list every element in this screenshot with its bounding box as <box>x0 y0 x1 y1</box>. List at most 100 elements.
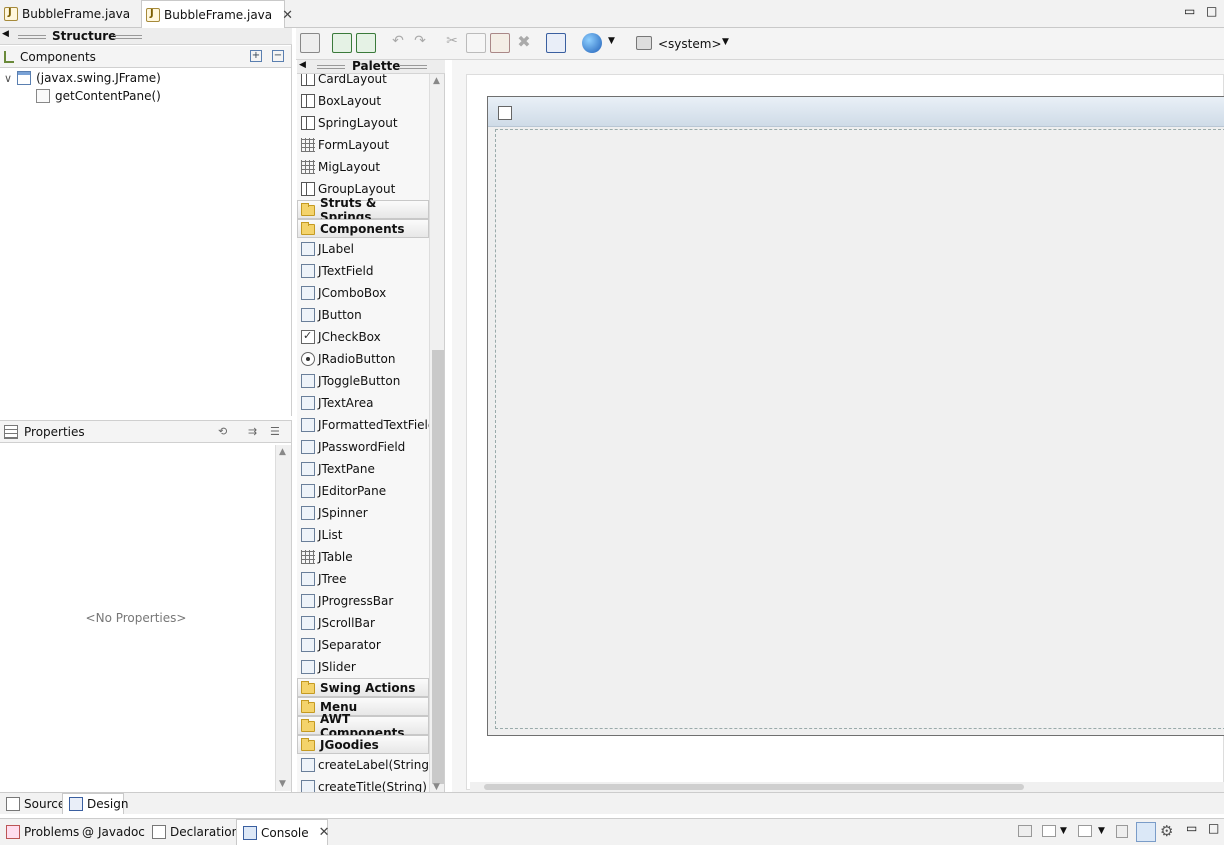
palette-item-jtextarea[interactable]: JTextArea <box>297 392 429 414</box>
tree-item-label: (javax.swing.JFrame) <box>36 71 161 85</box>
palette-item-formlayout[interactable]: FormLayout <box>297 134 429 156</box>
new-console-icon[interactable] <box>1078 825 1092 837</box>
show-events-icon[interactable]: ⟲ <box>218 425 227 438</box>
redo-icon[interactable]: ↷ <box>410 33 430 53</box>
palette-item-label: CardLayout <box>318 72 387 86</box>
canvas-horizontal-scrollbar[interactable] <box>470 782 1224 792</box>
palette-item-jlist[interactable]: JList <box>297 524 429 546</box>
minimize-icon[interactable]: ▭ <box>1184 4 1195 18</box>
canvas-scroll-thumb[interactable] <box>484 784 1024 790</box>
palette-item-jslider[interactable]: JSlider <box>297 656 429 678</box>
scroll-up-icon[interactable]: ▲ <box>279 447 286 457</box>
tab-design[interactable]: Design <box>62 793 128 814</box>
align-icon[interactable] <box>546 33 566 53</box>
scroll-down-icon[interactable]: ▼ <box>433 782 440 792</box>
components-header: Components + − <box>0 46 291 68</box>
palette-item-jcheckbox[interactable]: JCheckBox <box>297 326 429 348</box>
palette-item-jpasswordfield[interactable]: JPasswordField <box>297 436 429 458</box>
test-gui-icon[interactable] <box>300 33 320 53</box>
component-icon <box>301 484 315 498</box>
tree-item-content-pane[interactable]: getContentPane() <box>36 87 161 105</box>
palette-item-jtextfield[interactable]: JTextField <box>297 260 429 282</box>
palette-item-jtextpane[interactable]: JTextPane <box>297 458 429 480</box>
palette-item-jeditorpane[interactable]: JEditorPane <box>297 480 429 502</box>
show-advanced-icon[interactable]: ☰ <box>270 425 280 438</box>
display-console-icon[interactable] <box>1042 825 1056 837</box>
palette-item-label: JTree <box>318 572 347 586</box>
pin-console-icon[interactable] <box>1116 825 1128 838</box>
palette-item-createtitle-string[interactable]: createTitle(String) <box>297 776 429 792</box>
close-icon[interactable]: ✕ <box>319 826 330 839</box>
palette-category-jgoodies[interactable]: JGoodies <box>297 735 429 754</box>
look-and-feel-select[interactable]: <system> <box>658 37 722 51</box>
palette-item-label: JScrollBar <box>318 616 375 630</box>
palette-category-struts-springs[interactable]: Struts & Springs <box>297 196 429 224</box>
jframe-title-bar[interactable] <box>488 97 1224 127</box>
palette-item-springlayout[interactable]: SpringLayout <box>297 112 429 134</box>
tab-console[interactable]: Console ✕ <box>236 819 330 845</box>
chevron-down-icon[interactable]: ∨ <box>4 72 12 85</box>
content-pane[interactable] <box>495 129 1224 729</box>
palette-item-jscrollbar[interactable]: JScrollBar <box>297 612 429 634</box>
palette-item-jseparator[interactable]: JSeparator <box>297 634 429 656</box>
palette-item-jformattedtextfield[interactable]: JFormattedTextField <box>297 414 436 436</box>
tree-item-jframe[interactable]: ∨ (javax.swing.JFrame) <box>4 69 161 87</box>
undo-icon[interactable]: ↶ <box>388 33 408 53</box>
palette-item-jtogglebutton[interactable]: JToggleButton <box>297 370 429 392</box>
cut-icon[interactable]: ✂ <box>442 33 462 53</box>
palette-item-jtree[interactable]: JTree <box>297 568 429 590</box>
collapse-left-icon[interactable]: ◀ <box>2 29 9 39</box>
scroll-lock-icon[interactable] <box>1136 822 1156 842</box>
palette-category-awt-components[interactable]: AWT Components <box>297 712 429 740</box>
collapse-palette-icon[interactable]: ◀ <box>299 60 306 70</box>
open-console-icon[interactable] <box>1018 825 1032 837</box>
tab-problems[interactable]: Problems <box>0 819 79 845</box>
editor-tab-1[interactable]: BubbleFrame.java ✕ <box>0 0 151 28</box>
palette-item-jcombobox[interactable]: JComboBox <box>297 282 429 304</box>
tab-source[interactable]: Source <box>0 793 65 814</box>
gear-icon[interactable]: ⚙ <box>1160 822 1173 840</box>
globe-icon[interactable] <box>582 33 602 53</box>
tab-javadoc[interactable]: @ Javadoc <box>76 819 146 845</box>
palette-item-jspinner[interactable]: JSpinner <box>297 502 429 524</box>
palette-category-swing-actions[interactable]: Swing Actions <box>297 678 429 697</box>
component-icon <box>301 780 315 792</box>
collapse-all-icon[interactable]: − <box>272 50 284 62</box>
palette-scrollbar[interactable]: ▲ ▼ <box>429 74 444 792</box>
paste-icon[interactable] <box>490 33 510 53</box>
editor-tab-2[interactable]: BubbleFrame.java ✕ <box>141 0 293 29</box>
copy-icon[interactable] <box>466 33 486 53</box>
palette-item-createlabel-string[interactable]: createLabel(String) <box>297 754 434 776</box>
scroll-down-icon[interactable]: ▼ <box>279 779 286 789</box>
refresh-icon[interactable] <box>332 33 352 53</box>
tab-declaration[interactable]: Declaration <box>146 819 239 845</box>
palette-item-jtable[interactable]: JTable <box>297 546 429 568</box>
palette-item-jbutton[interactable]: JButton <box>297 304 429 326</box>
dropdown-arrow-icon[interactable]: ▼ <box>608 36 615 46</box>
palette-item-jradiobutton[interactable]: JRadioButton <box>297 348 429 370</box>
palette-scroll-thumb[interactable] <box>432 350 444 784</box>
goto-definition-icon[interactable]: ⇉ <box>248 425 257 438</box>
palette-item-jlabel[interactable]: JLabel <box>297 238 429 260</box>
palette-item-label: JSpinner <box>318 506 368 520</box>
properties-scrollbar[interactable]: ▲ ▼ <box>275 445 291 791</box>
palette-item-label: JGoodies <box>320 737 379 752</box>
palette-item-jprogressbar[interactable]: JProgressBar <box>297 590 429 612</box>
scroll-up-icon[interactable]: ▲ <box>433 76 440 86</box>
tab-label: Javadoc <box>98 825 145 839</box>
reparse-icon[interactable] <box>356 33 376 53</box>
maximize-icon[interactable]: □ <box>1208 821 1219 835</box>
jframe-preview[interactable] <box>487 96 1224 736</box>
palette-category-components[interactable]: Components <box>297 219 429 238</box>
palette-item-label: JButton <box>318 308 362 322</box>
delete-icon[interactable]: ✖ <box>514 33 534 53</box>
palette-item-miglayout[interactable]: MigLayout <box>297 156 429 178</box>
minimize-icon[interactable]: ▭ <box>1186 821 1197 835</box>
expand-all-icon[interactable]: + <box>250 50 262 62</box>
palette-item-boxlayout[interactable]: BoxLayout <box>297 90 429 112</box>
close-icon[interactable]: ✕ <box>282 9 293 22</box>
look-and-feel-dropdown-icon[interactable]: ▼ <box>722 37 729 47</box>
dropdown-arrow-icon[interactable]: ▼ <box>1060 826 1067 836</box>
dropdown-arrow-icon[interactable]: ▼ <box>1098 826 1105 836</box>
maximize-icon[interactable]: □ <box>1206 4 1217 18</box>
